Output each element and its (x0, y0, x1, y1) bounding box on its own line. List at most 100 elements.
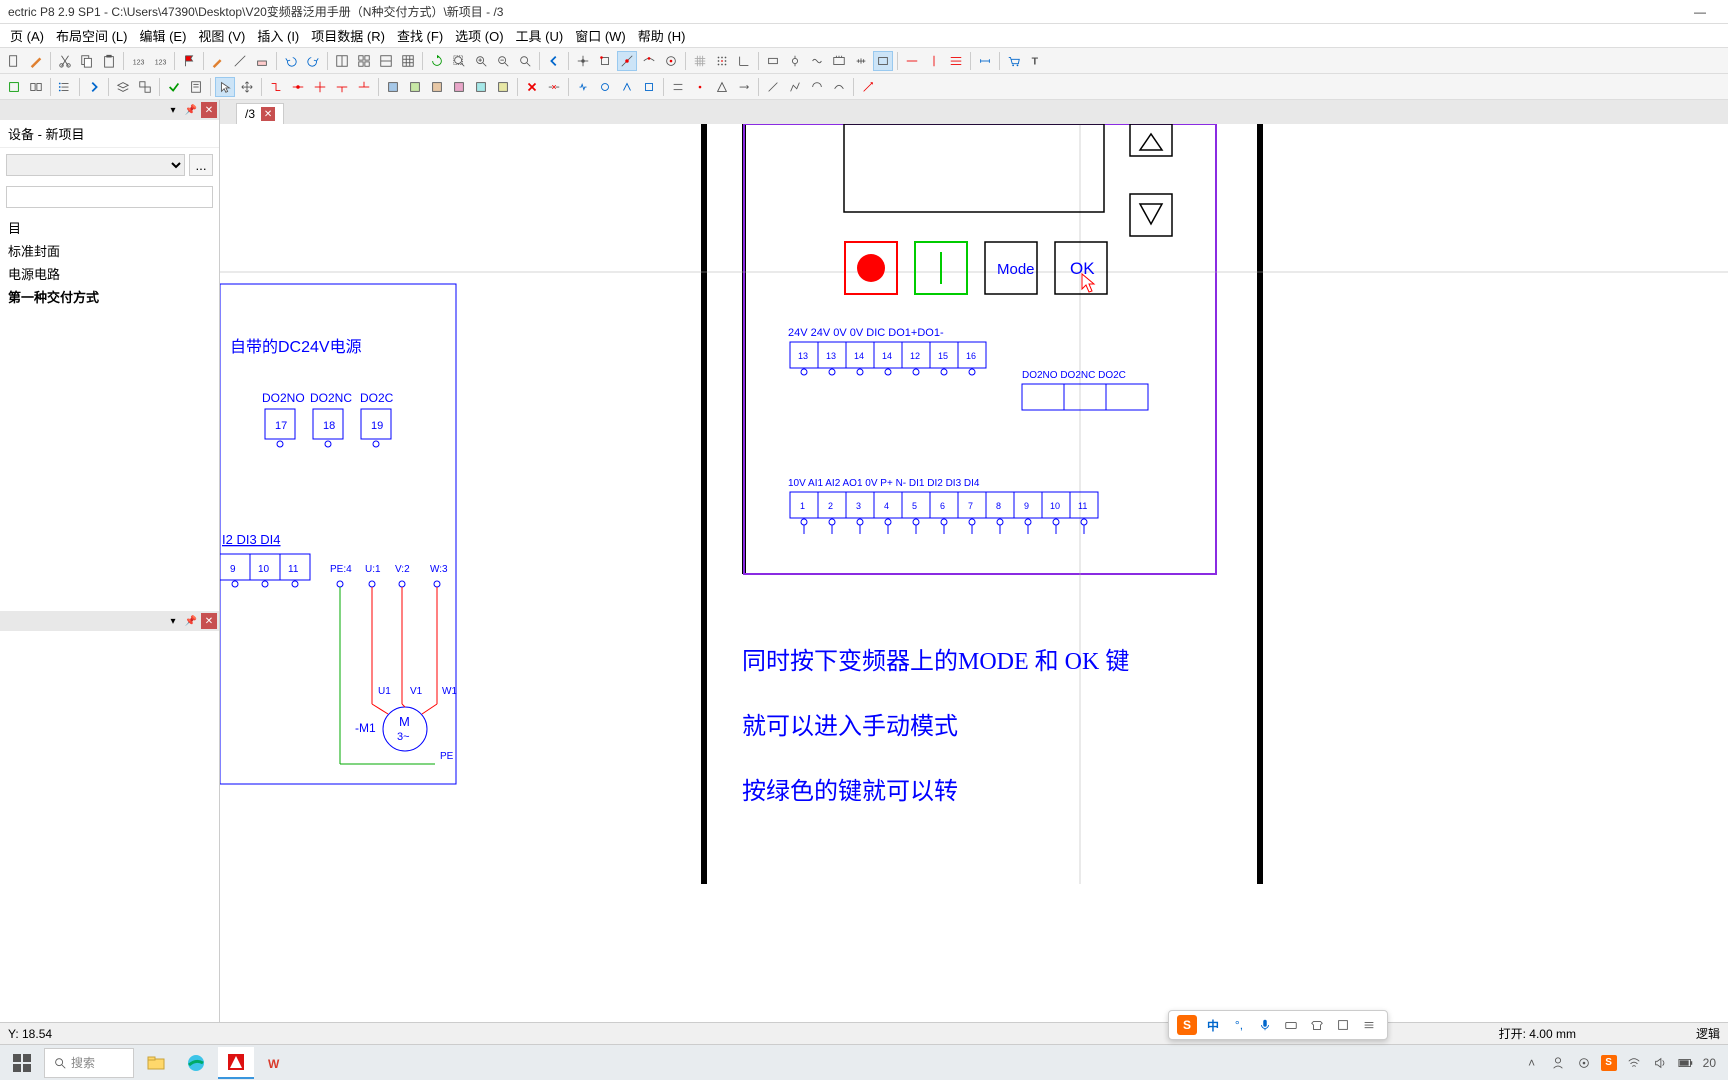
tool2-dim-1-icon[interactable] (668, 77, 688, 97)
ime-punct-icon[interactable]: °, (1229, 1015, 1249, 1035)
tool2-conn-2-icon[interactable] (310, 77, 330, 97)
panel-pin-icon[interactable]: 📌 (183, 102, 199, 118)
taskapp-explorer[interactable] (138, 1047, 174, 1079)
tool-net-icon[interactable] (946, 51, 966, 71)
tool2-layer-icon[interactable] (113, 77, 133, 97)
device-more-button[interactable]: ... (189, 154, 213, 176)
tool-paste-icon[interactable] (99, 51, 119, 71)
tool-cable-icon[interactable] (807, 51, 827, 71)
tool-zoomout-icon[interactable] (493, 51, 513, 71)
ime-skin-icon[interactable] (1307, 1015, 1327, 1035)
tool2-drw-4-icon[interactable] (829, 77, 849, 97)
taskapp-wps[interactable]: W (258, 1047, 294, 1079)
tool-zoomfit-icon[interactable] (449, 51, 469, 71)
tool-snap-grid-icon[interactable] (712, 51, 732, 71)
tool-back-icon[interactable] (544, 51, 564, 71)
device-filter-input[interactable] (6, 186, 213, 208)
panel2-dropdown-icon[interactable]: ▾ (165, 613, 181, 629)
tool-redo-icon[interactable] (303, 51, 323, 71)
tool-wire-h-icon[interactable] (902, 51, 922, 71)
ime-tool-icon[interactable] (1333, 1015, 1353, 1035)
menu-options[interactable]: 选项 (O) (449, 24, 509, 47)
tool2-dim-4-icon[interactable] (734, 77, 754, 97)
tool-pencil-icon[interactable] (208, 51, 228, 71)
tool-snap-5-icon[interactable] (661, 51, 681, 71)
tool2-blk-6-icon[interactable] (493, 77, 513, 97)
menu-project-data[interactable]: 项目数据 (R) (305, 24, 391, 47)
tray-battery-icon[interactable] (1677, 1054, 1695, 1072)
menu-layout[interactable]: 布局空间 (L) (50, 24, 134, 47)
menu-find[interactable]: 查找 (F) (391, 24, 449, 47)
tool2-blk-3-icon[interactable] (427, 77, 447, 97)
ime-menu-icon[interactable] (1359, 1015, 1379, 1035)
tray-clock[interactable]: 20 (1703, 1054, 1716, 1072)
doc-tab-close-icon[interactable]: ✕ (261, 107, 275, 121)
tool2-group-icon[interactable] (135, 77, 155, 97)
tool2-pot-3-icon[interactable] (617, 77, 637, 97)
menu-view[interactable]: 视图 (V) (192, 24, 251, 47)
doc-tab[interactable]: /3 ✕ (236, 103, 284, 124)
tree-item-cover[interactable]: 标准封面 (0, 239, 219, 262)
tray-up-icon[interactable]: ˄ (1523, 1054, 1541, 1072)
tray-location-icon[interactable] (1575, 1054, 1593, 1072)
tool2-del-icon[interactable] (522, 77, 542, 97)
panel-dropdown-icon[interactable]: ▾ (165, 102, 181, 118)
tool-dim-icon[interactable] (975, 51, 995, 71)
tool-text-icon[interactable]: T (1026, 51, 1046, 71)
tool-grid-2-icon[interactable] (354, 51, 374, 71)
tool-shield-icon[interactable] (851, 51, 871, 71)
tool2-blk-1-icon[interactable] (383, 77, 403, 97)
panel-close-icon[interactable]: ✕ (201, 102, 217, 118)
device-filter-select[interactable] (6, 154, 185, 176)
tool-cut-icon[interactable] (55, 51, 75, 71)
ime-mic-icon[interactable] (1255, 1015, 1275, 1035)
tool2-pot-4-icon[interactable] (639, 77, 659, 97)
tool-wire-v-icon[interactable] (924, 51, 944, 71)
ime-bar[interactable]: S 中 °, (1168, 1010, 1388, 1040)
tool-refresh-icon[interactable] (427, 51, 447, 71)
menu-edit[interactable]: 编辑 (E) (133, 24, 192, 47)
tool-grid-1-icon[interactable] (332, 51, 352, 71)
tool2-pot-2-icon[interactable] (595, 77, 615, 97)
tool2-wire-auto-icon[interactable] (266, 77, 286, 97)
page-tree[interactable]: 目 标准封面 电源电路 第一种交付方式 (0, 212, 219, 611)
tree-item-delivery-1[interactable]: 第一种交付方式 (0, 285, 219, 308)
menu-tools[interactable]: 工具 (U) (510, 24, 570, 47)
tree-item-0[interactable]: 目 (0, 216, 219, 239)
tool2-select-icon[interactable] (215, 77, 235, 97)
tool2-drw-2-icon[interactable] (785, 77, 805, 97)
tool-copy-icon[interactable] (77, 51, 97, 71)
tool2-conn-3-icon[interactable] (332, 77, 352, 97)
tool2-conn-1-icon[interactable] (288, 77, 308, 97)
tool-table-icon[interactable] (398, 51, 418, 71)
taskapp-eplan[interactable] (218, 1047, 254, 1079)
tool2-interrupt-icon[interactable] (544, 77, 564, 97)
tool-cart-icon[interactable] (1004, 51, 1024, 71)
tray-wifi-icon[interactable] (1625, 1054, 1643, 1072)
tool-plc-icon[interactable] (829, 51, 849, 71)
tool2-macro-icon[interactable] (26, 77, 46, 97)
tray-sogou-icon[interactable]: S (1601, 1055, 1617, 1071)
taskapp-edge[interactable] (178, 1047, 214, 1079)
ime-logo-icon[interactable]: S (1177, 1015, 1197, 1035)
tool-flag-icon[interactable] (179, 51, 199, 71)
tool-grid-show-icon[interactable] (690, 51, 710, 71)
tool-line-icon[interactable] (230, 51, 250, 71)
taskbar-search[interactable]: 搜索 (44, 1048, 134, 1078)
tool2-blk-2-icon[interactable] (405, 77, 425, 97)
tool-new-icon[interactable] (4, 51, 24, 71)
tool-number-1-icon[interactable]: 123 (128, 51, 148, 71)
tool-zoomin-icon[interactable] (471, 51, 491, 71)
tool2-move-icon[interactable] (237, 77, 257, 97)
menu-window[interactable]: 窗口 (W) (569, 24, 632, 47)
menu-help[interactable]: 帮助 (H) (632, 24, 692, 47)
tool-zoomwin-icon[interactable] (515, 51, 535, 71)
tool-eraser-icon[interactable] (252, 51, 272, 71)
tool-snap-4-icon[interactable] (639, 51, 659, 71)
tool2-conn-4-icon[interactable] (354, 77, 374, 97)
tool2-symbol-icon[interactable] (4, 77, 24, 97)
tool2-blk-4-icon[interactable] (449, 77, 469, 97)
tool-component-icon[interactable] (763, 51, 783, 71)
panel2-close-icon[interactable]: ✕ (201, 613, 217, 629)
start-button[interactable] (4, 1047, 40, 1079)
